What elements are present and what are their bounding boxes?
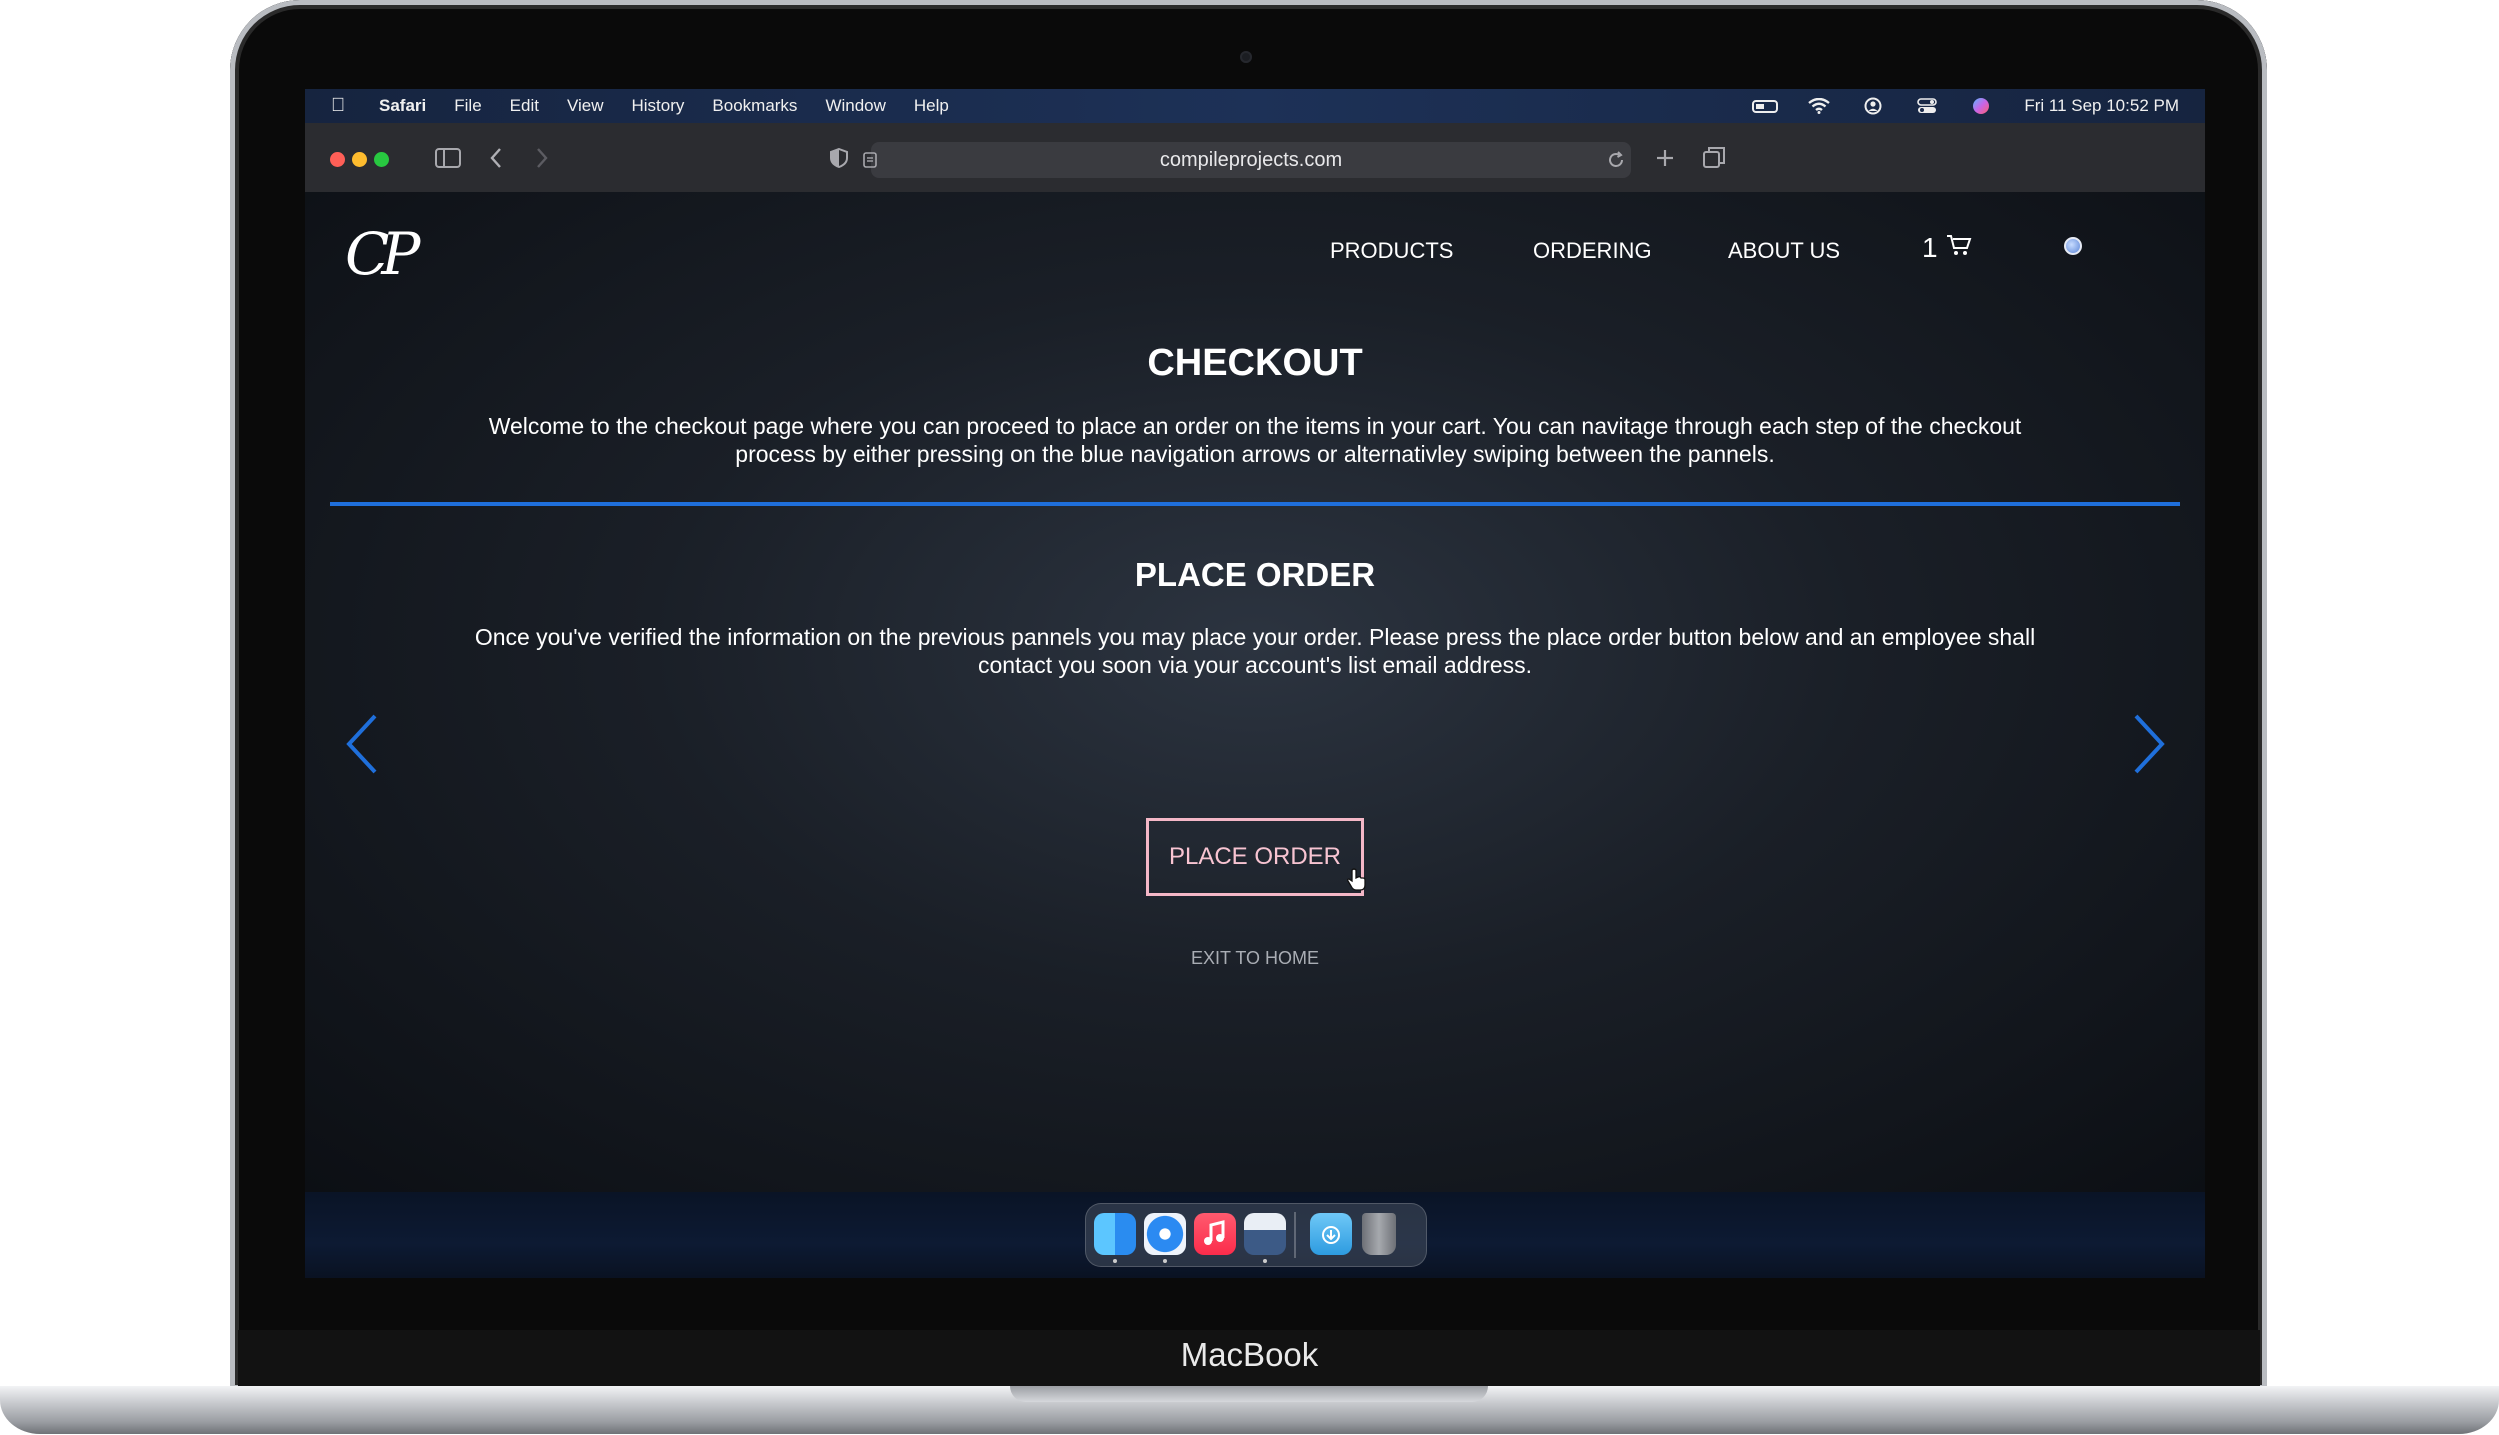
menu-bookmarks[interactable]: Bookmarks <box>712 96 797 116</box>
downloads-icon[interactable] <box>1310 1213 1352 1255</box>
control-center-icon[interactable] <box>1914 98 1940 114</box>
exit-to-home-link[interactable]: EXIT TO HOME <box>305 948 2205 969</box>
device-brand: MacBook <box>1180 1336 1319 1373</box>
dock <box>1085 1203 1427 1267</box>
privacy-shield-icon[interactable] <box>830 141 848 176</box>
section-divider <box>330 502 2180 506</box>
menu-help[interactable]: Help <box>914 96 949 116</box>
tab-overview-icon[interactable] <box>1703 141 1725 177</box>
previous-panel-arrow-icon[interactable] <box>343 712 383 776</box>
user-avatar-icon[interactable] <box>2064 237 2082 255</box>
siri-icon[interactable] <box>1968 97 1994 115</box>
battery-icon[interactable] <box>1752 99 1779 113</box>
back-icon[interactable] <box>489 141 503 177</box>
menu-file[interactable]: File <box>454 96 481 116</box>
new-tab-icon[interactable] <box>1655 141 1675 176</box>
cart-link[interactable]: 1 <box>1922 232 1972 264</box>
safari-icon[interactable] <box>1144 1213 1186 1255</box>
trash-icon[interactable] <box>1362 1213 1396 1255</box>
nav-products[interactable]: PRODUCTS <box>1330 238 1453 264</box>
address-bar[interactable]: compileprojects.com <box>863 142 1631 178</box>
dock-separator <box>1294 1212 1296 1258</box>
laptop-opening-notch <box>1010 1386 1488 1402</box>
url-text[interactable]: compileprojects.com <box>871 142 1631 178</box>
finder-icon[interactable] <box>1094 1213 1136 1255</box>
panel-description: Once you've verified the information on … <box>474 624 2036 678</box>
menu-app-name[interactable]: Safari <box>379 96 426 116</box>
camera <box>1240 51 1252 63</box>
minimize-window-button[interactable] <box>352 152 367 167</box>
menu-view[interactable]: View <box>567 96 604 116</box>
preview-icon[interactable] <box>1244 1213 1286 1255</box>
apple-menu-icon[interactable]:  <box>331 95 357 117</box>
place-order-button[interactable]: PLACE ORDER <box>1146 818 1364 896</box>
menu-clock[interactable]: Fri 11 Sep 10:52 PM <box>2024 96 2179 116</box>
browser-toolbar: compileprojects.com <box>305 123 2205 193</box>
wifi-icon[interactable] <box>1806 98 1832 114</box>
web-page: CP PRODUCTS ORDERING ABOUT US 1 CHECKOUT… <box>305 192 2205 1192</box>
shopping-cart-icon <box>1946 233 1972 264</box>
next-panel-arrow-icon[interactable] <box>2128 712 2168 776</box>
screen:  Safari File Edit View History Bookmark… <box>305 89 2205 1278</box>
reload-icon[interactable] <box>1607 142 1625 177</box>
cart-count: 1 <box>1922 232 1938 263</box>
menu-bar:  Safari File Edit View History Bookmark… <box>305 89 2205 123</box>
hand-cursor-icon <box>1347 868 1366 891</box>
page-title: CHECKOUT <box>1147 342 1363 384</box>
fullscreen-window-button[interactable] <box>374 152 389 167</box>
user-icon[interactable] <box>1860 97 1886 115</box>
close-window-button[interactable] <box>330 152 345 167</box>
music-icon[interactable] <box>1194 1213 1236 1255</box>
menu-history[interactable]: History <box>632 96 685 116</box>
checkout-intro: Welcome to the checkout page where you c… <box>488 413 2022 467</box>
menu-window[interactable]: Window <box>825 96 885 116</box>
forward-icon[interactable] <box>535 141 549 177</box>
panel-title: PLACE ORDER <box>1134 556 1376 593</box>
sidebar-toggle-icon[interactable] <box>435 141 461 176</box>
menu-edit[interactable]: Edit <box>510 96 539 116</box>
nav-about-us[interactable]: ABOUT US <box>1728 238 1840 264</box>
site-logo[interactable]: CP <box>345 220 420 288</box>
nav-ordering[interactable]: ORDERING <box>1533 238 1652 264</box>
